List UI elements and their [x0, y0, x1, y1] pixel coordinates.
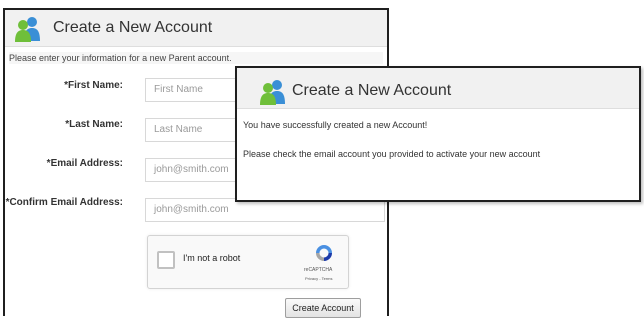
form-header: Create a New Account	[5, 10, 387, 47]
first-name-input[interactable]: First Name	[145, 78, 241, 102]
success-title: Create a New Account	[292, 82, 452, 99]
last-name-input[interactable]: Last Name	[145, 118, 241, 142]
success-header: Create a New Account	[237, 68, 639, 109]
success-message: You have successfully created a new Acco…	[243, 120, 428, 130]
email-label: *Email Address:	[46, 158, 123, 169]
users-logo-icon	[15, 17, 40, 42]
recaptcha-icon	[316, 245, 332, 261]
recaptcha-widget: I'm not a robot reCAPTCHA Privacy - Term…	[147, 235, 349, 289]
recaptcha-label: I'm not a robot	[183, 253, 241, 263]
recaptcha-terms-link[interactable]: Privacy - Terms	[305, 276, 332, 281]
confirm-email-label: *Confirm Email Address:	[5, 197, 123, 208]
create-account-button[interactable]: Create Account	[285, 298, 361, 318]
first-name-label: *First Name:	[64, 80, 123, 91]
users-logo-icon	[260, 80, 285, 105]
recaptcha-checkbox[interactable]	[157, 251, 175, 269]
email-input[interactable]: john@smith.com	[145, 158, 241, 182]
form-title: Create a New Account	[53, 19, 213, 36]
last-name-label: *Last Name:	[65, 119, 123, 130]
form-intro-text: Please enter your information for a new …	[9, 52, 383, 64]
activation-instruction: Please check the email account you provi…	[243, 149, 541, 159]
success-panel: Create a New Account You have successful…	[235, 66, 641, 202]
recaptcha-brand: reCAPTCHA	[304, 267, 333, 273]
